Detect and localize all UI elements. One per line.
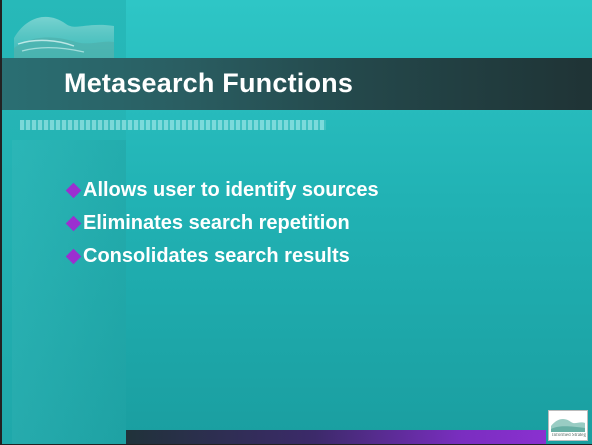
bullet-text: Eliminates search repetition xyxy=(83,212,350,234)
bullet-item: Eliminates search repetition xyxy=(65,207,379,240)
slide: Metasearch Functions Allows user to iden… xyxy=(0,0,592,445)
logo-text: Informed Strategies xyxy=(552,433,586,438)
bullet-item: Consolidates search results xyxy=(65,240,379,273)
landscape-hills-icon xyxy=(14,16,114,58)
bullet-list: Allows user to identify sources Eliminat… xyxy=(65,174,379,273)
informed-strategies-logo-icon: Informed Strategies xyxy=(548,410,588,441)
bullet-item: Allows user to identify sources xyxy=(65,174,379,207)
diamond-icon xyxy=(65,248,82,265)
bullet-text: Allows user to identify sources xyxy=(83,179,379,201)
diamond-icon xyxy=(65,182,82,199)
logo-hills-icon xyxy=(551,418,585,432)
slide-title: Metasearch Functions xyxy=(64,68,354,98)
footer-bar xyxy=(126,430,546,444)
diamond-icon xyxy=(65,215,82,232)
bullet-text: Consolidates search results xyxy=(83,245,350,267)
title-divider xyxy=(20,120,326,130)
